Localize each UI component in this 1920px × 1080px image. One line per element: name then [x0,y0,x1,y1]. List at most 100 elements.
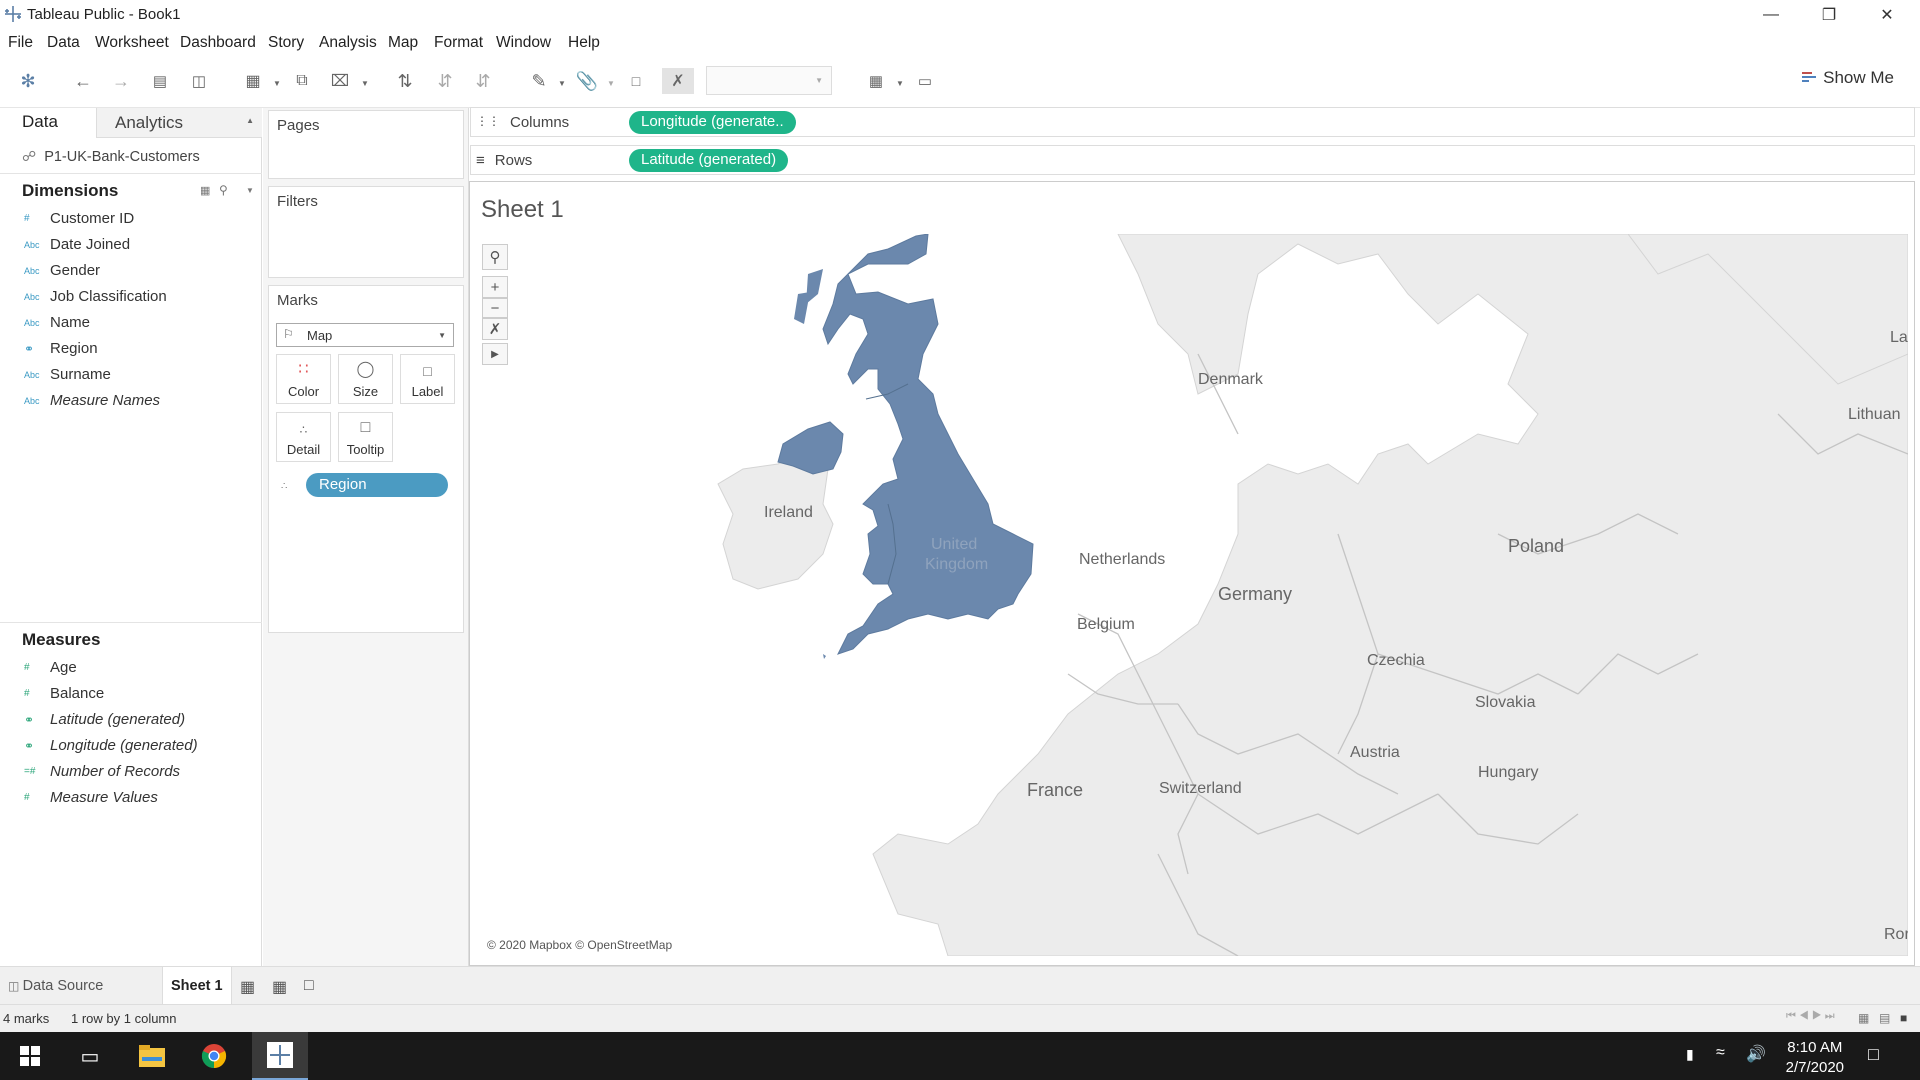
task-view-icon[interactable]: ▭ [66,1032,114,1080]
field-balance[interactable]: # Balance [24,685,104,702]
menu-map[interactable]: Map [388,34,418,52]
field-age[interactable]: # Age [24,659,77,676]
battery-icon[interactable]: ▮ [1686,1046,1694,1063]
tab-analytics[interactable]: Analytics ▲ [96,108,262,138]
menu-window[interactable]: Window [496,34,551,52]
volume-icon[interactable]: 🔊 [1746,1044,1766,1064]
close-button[interactable]: ✕ [1858,0,1916,29]
map-tools-expand-button[interactable]: ▶ [482,343,508,365]
duplicate-sheet-icon[interactable]: ⧉ [289,68,315,94]
tableau-home-icon[interactable]: ✻ [15,68,41,94]
datasource-item[interactable]: ☍ P1-UK-Bank-Customers [22,148,200,165]
map-attribution[interactable]: © 2020 Mapbox © OpenStreetMap [487,938,672,952]
tab-data-source[interactable]: ◫ Data Source [8,978,103,994]
field-job-classification[interactable]: Abc Job Classification [24,288,167,305]
sheet-title[interactable]: Sheet 1 [481,196,564,224]
field-date-joined[interactable]: Abc Date Joined [24,236,130,253]
show-cards-dropdown-icon[interactable]: ▼ [896,79,904,88]
new-worksheet-dropdown-icon[interactable]: ▼ [273,79,281,88]
menu-help[interactable]: Help [568,34,600,52]
rows-shelf[interactable]: ≡ Rows Latitude (generated) [470,145,1915,175]
reset-map-button[interactable]: ✗ [482,318,508,340]
show-me-button[interactable]: Show Me [1802,68,1894,88]
label-button[interactable]: □ Label [400,354,455,404]
size-button[interactable]: ◯ Size [338,354,393,404]
field-gender[interactable]: Abc Gender [24,262,100,279]
new-dashboard-tab-icon[interactable]: ▦ [272,977,287,997]
tabs-view-icon[interactable]: ■ [1900,1011,1907,1025]
clear-sheet-dropdown-icon[interactable]: ▼ [361,79,369,88]
highlight-dropdown-icon[interactable]: ▼ [558,79,566,88]
tab-data[interactable]: Data [0,108,96,138]
zoom-in-button[interactable]: + [482,276,508,298]
dimensions-menu-icon[interactable]: ▼ [246,186,254,195]
menu-worksheet[interactable]: Worksheet [95,34,169,52]
sheet-nav-icons[interactable]: ⏮ ◀ ▶ ⏭ [1786,1010,1835,1023]
redo-icon[interactable]: → [108,68,134,94]
sort-ascending-icon[interactable]: ⇵ [432,68,458,94]
sorter-view-icon[interactable]: ▦ [1858,1011,1869,1025]
clear-sheet-icon[interactable]: ⌧ [327,68,353,94]
presentation-mode-icon[interactable]: ▭ [912,68,938,94]
field-number-of-records[interactable]: =# Number of Records [24,763,180,780]
pane-menu-icon[interactable]: ▲ [246,116,254,125]
file-explorer-icon[interactable] [128,1032,176,1080]
menu-data[interactable]: Data [47,34,80,52]
pages-card[interactable]: Pages [268,110,464,179]
new-worksheet-icon[interactable]: ▦ [240,68,266,94]
swap-rows-columns-icon[interactable]: ⇅ [392,68,418,94]
notifications-icon[interactable]: □ [1868,1044,1879,1065]
tableau-taskbar-icon[interactable] [252,1032,308,1080]
show-mark-labels-icon[interactable]: □ [623,68,649,94]
windows-start-icon[interactable] [6,1032,54,1080]
field-measure-values[interactable]: # Measure Values [24,789,158,806]
region-pill[interactable]: Region [306,473,448,497]
field-name[interactable]: Abc Name [24,314,90,331]
map-search-button[interactable]: ⚲ [482,244,508,270]
color-button[interactable]: ∷ Color [276,354,331,404]
new-datasource-icon[interactable]: ◫ [186,68,212,94]
field-longitude[interactable]: ⚭ Longitude (generated) [24,737,198,754]
field-surname[interactable]: Abc Surname [24,366,111,383]
minimize-button[interactable]: — [1742,0,1800,29]
filters-card[interactable]: Filters [268,186,464,278]
view-toggle-icon[interactable]: ▦ [200,184,210,197]
save-icon[interactable]: ▤ [147,68,173,94]
restore-button[interactable]: ❐ [1800,0,1858,29]
field-customer-id[interactable]: # Customer ID [24,210,134,227]
menu-dashboard[interactable]: Dashboard [180,34,256,52]
tooltip-button[interactable]: □ Tooltip [338,412,393,462]
sort-descending-icon[interactable]: ⇵ [470,68,496,94]
wifi-icon[interactable]: ≈ [1716,1044,1725,1062]
menu-analysis[interactable]: Analysis [319,34,377,52]
new-worksheet-tab-icon[interactable]: ▦ [240,977,255,997]
group-members-icon[interactable]: 📎 [574,68,600,94]
mark-type-dropdown[interactable]: ⚐ Map ▼ [276,323,454,347]
show-cards-icon[interactable]: ▦ [863,68,889,94]
detail-button[interactable]: ∴ Detail [276,412,331,462]
menu-story[interactable]: Story [268,34,304,52]
chrome-icon[interactable] [190,1032,238,1080]
columns-shelf[interactable]: ⋮⋮ Columns Longitude (generate.. [470,107,1915,137]
label-austria: Austria [1350,744,1400,761]
undo-icon[interactable]: ← [70,68,96,94]
field-region[interactable]: ⚭ Region [24,340,98,357]
search-fields-icon[interactable]: ⚲ [219,183,228,197]
label-poland: Poland [1508,536,1565,556]
new-story-tab-icon[interactable]: □ [304,977,314,995]
group-dropdown-icon[interactable]: ▼ [607,79,615,88]
zoom-out-button[interactable]: − [482,298,508,318]
menu-format[interactable]: Format [434,34,483,52]
filmstrip-view-icon[interactable]: ▤ [1879,1011,1890,1025]
taskbar-clock[interactable]: 8:10 AM 2/7/2020 [1786,1038,1844,1078]
field-measure-names[interactable]: Abc Measure Names [24,392,160,409]
fit-dropdown[interactable]: ▼ [706,66,832,95]
tab-sheet1[interactable]: Sheet 1 [162,967,232,1005]
field-latitude[interactable]: ⚭ Latitude (generated) [24,711,185,728]
longitude-pill[interactable]: Longitude (generate.. [629,111,796,134]
latitude-pill[interactable]: Latitude (generated) [629,149,789,172]
highlight-icon[interactable]: ✎ [526,68,552,94]
map-view[interactable]: Denmark Lithuan Ireland United Kingdom N… [478,234,1908,956]
fix-axes-icon[interactable]: ✗ [662,68,694,94]
menu-file[interactable]: File [8,34,33,52]
